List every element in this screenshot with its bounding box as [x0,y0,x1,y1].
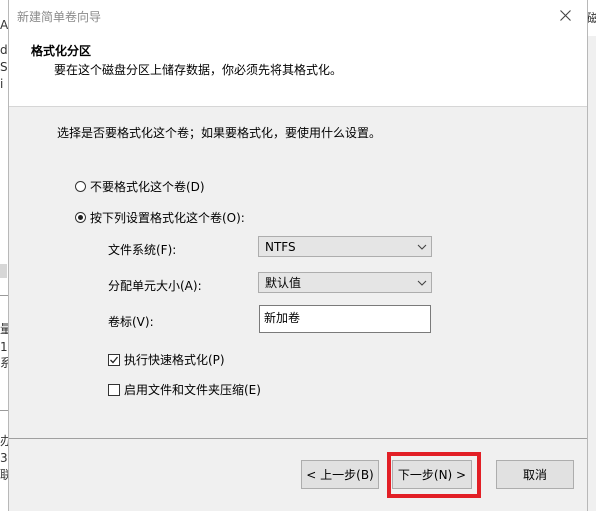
page-title: 格式化分区 [31,44,92,58]
filesystem-dropdown[interactable]: NTFS [258,236,432,257]
checkbox-unchecked[interactable] [108,383,120,396]
radio-no-format[interactable]: 不要格式化这个卷(D) [75,178,205,195]
window-title: 新建简单卷向导 [17,10,102,24]
background-window-text-right: 磁 [587,0,596,36]
checkbox-label: 执行快速格式化(P) [124,353,225,367]
allocation-label: 分配单元大小(A): [108,279,202,293]
checkbox-compression[interactable]: 启用文件和文件夹压缩(E) [108,381,261,398]
button-divider [9,438,587,439]
background-window-text: 系 [0,356,8,370]
checkbox-quick-format[interactable]: 执行快速格式化(P) [108,351,225,368]
radio-button-off[interactable] [75,181,86,192]
radio-format[interactable]: 按下列设置格式化这个卷(O): [75,209,245,226]
background-divider [0,410,8,411]
allocation-value: 默认值 [265,276,302,290]
background-divider [0,295,8,296]
volume-label-input[interactable]: 新加卷 [259,305,431,333]
background-window-text: A [0,18,8,32]
chevron-down-icon [413,237,431,256]
background-window-text: S [0,60,8,74]
title-bar: 新建简单卷向导 [9,0,587,32]
background-window-text: 量 [0,322,8,336]
page-subtitle: 要在这个磁盘分区上储存数据，你必须先将其格式化。 [54,63,343,77]
background-window-text: 办 [0,434,8,448]
background-window-text: 1 [0,340,8,354]
new-simple-volume-wizard: 新建简单卷向导 格式化分区 要在这个磁盘分区上储存数据，你必须先将其格式化。 选… [8,0,588,511]
chevron-down-icon [413,273,431,292]
radio-label: 按下列设置格式化这个卷(O): [90,211,245,225]
filesystem-label: 文件系统(F): [108,243,177,257]
background-window-text: d [0,43,8,57]
background-window-text: 联 [0,468,8,482]
filesystem-value: NTFS [265,239,296,254]
allocation-dropdown[interactable]: 默认值 [258,272,432,293]
background-window-text: i [0,77,4,91]
radio-label: 不要格式化这个卷(D) [90,180,205,194]
instruction-text: 选择是否要格式化这个卷；如果要格式化，要使用什么设置。 [57,126,382,140]
checkbox-checked[interactable] [108,353,120,366]
wizard-content: 选择是否要格式化这个卷；如果要格式化，要使用什么设置。 不要格式化这个卷(D) … [9,107,587,511]
radio-button-on[interactable] [75,212,86,223]
background-window-text: 3 [0,451,8,465]
cancel-button[interactable]: 取消 [496,460,574,489]
back-button[interactable]: < 上一步(B) [301,460,379,489]
checkbox-label: 启用文件和文件夹压缩(E) [124,383,261,397]
close-icon [559,7,571,25]
wizard-header: 格式化分区 要在这个磁盘分区上储存数据，你必须先将其格式化。 [9,32,587,107]
volume-label-label: 卷标(V): [108,315,154,329]
close-button[interactable] [543,0,587,32]
background-scrollbar [0,264,7,278]
next-button[interactable]: 下一步(N) > [392,460,472,489]
